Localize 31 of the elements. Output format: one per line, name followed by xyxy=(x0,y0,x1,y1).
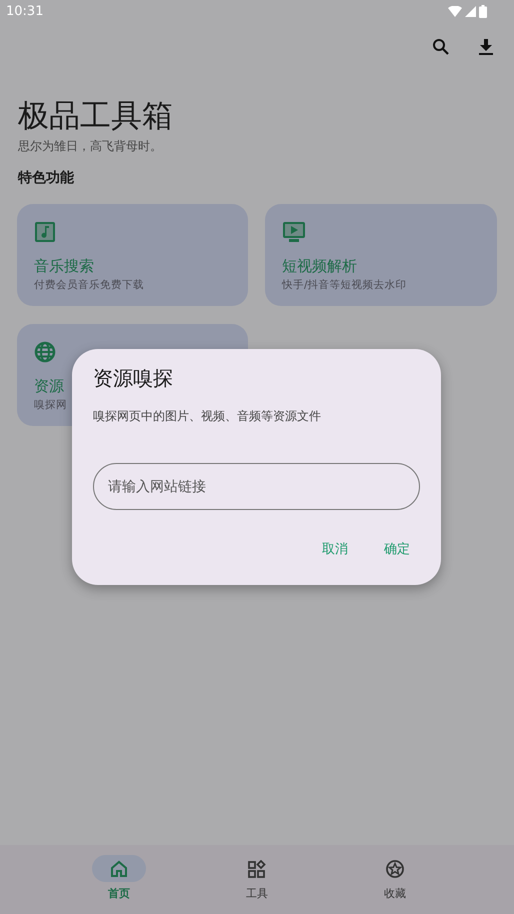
music-note-icon xyxy=(34,221,56,243)
dialog-message: 嗅探网页中的图片、视频、音频等资源文件 xyxy=(93,408,322,425)
star-circle-icon xyxy=(386,860,404,878)
nav-tab[interactable]: 工具 xyxy=(212,845,302,914)
dialog-button[interactable]: 取消 xyxy=(316,536,354,562)
app-title: 极品工具箱 xyxy=(18,97,174,136)
nav-tab[interactable]: 收藏 xyxy=(350,845,440,914)
signal-icon xyxy=(465,6,476,16)
globe-icon xyxy=(34,341,56,363)
feature-title: 音乐搜索 xyxy=(34,257,94,276)
download-icon[interactable] xyxy=(478,38,494,56)
dialog-button[interactable]: 确定 xyxy=(378,536,416,562)
url-input-field[interactable]: 请输入网站链接 xyxy=(93,463,420,510)
section-title: 特色功能 xyxy=(18,169,75,187)
feature-card[interactable]: 短视频解析 快手/抖音等短视频去水印 xyxy=(265,204,497,306)
nav-tab[interactable]: 首页 xyxy=(74,845,164,914)
tv-play-icon xyxy=(282,221,306,243)
feature-title: 短视频解析 xyxy=(282,257,357,276)
feature-description: 快手/抖音等短视频去水印 xyxy=(282,278,407,292)
feature-description: 付费会员音乐免费下载 xyxy=(34,278,144,292)
wifi-icon xyxy=(448,6,462,16)
feature-card[interactable]: 音乐搜索 付费会员音乐免费下载 xyxy=(17,204,248,306)
dialog-title: 资源嗅探 xyxy=(93,365,174,392)
home-icon xyxy=(110,860,128,878)
battery-icon xyxy=(479,4,487,18)
search-icon[interactable] xyxy=(432,38,450,56)
app-subtitle: 思尔为雏日，高飞背母时。 xyxy=(18,138,163,155)
status-time: 10:31 xyxy=(6,4,44,18)
widgets-icon xyxy=(248,860,266,878)
feature-description: 嗅探网 xyxy=(34,398,67,412)
feature-title: 资源 xyxy=(34,377,64,396)
